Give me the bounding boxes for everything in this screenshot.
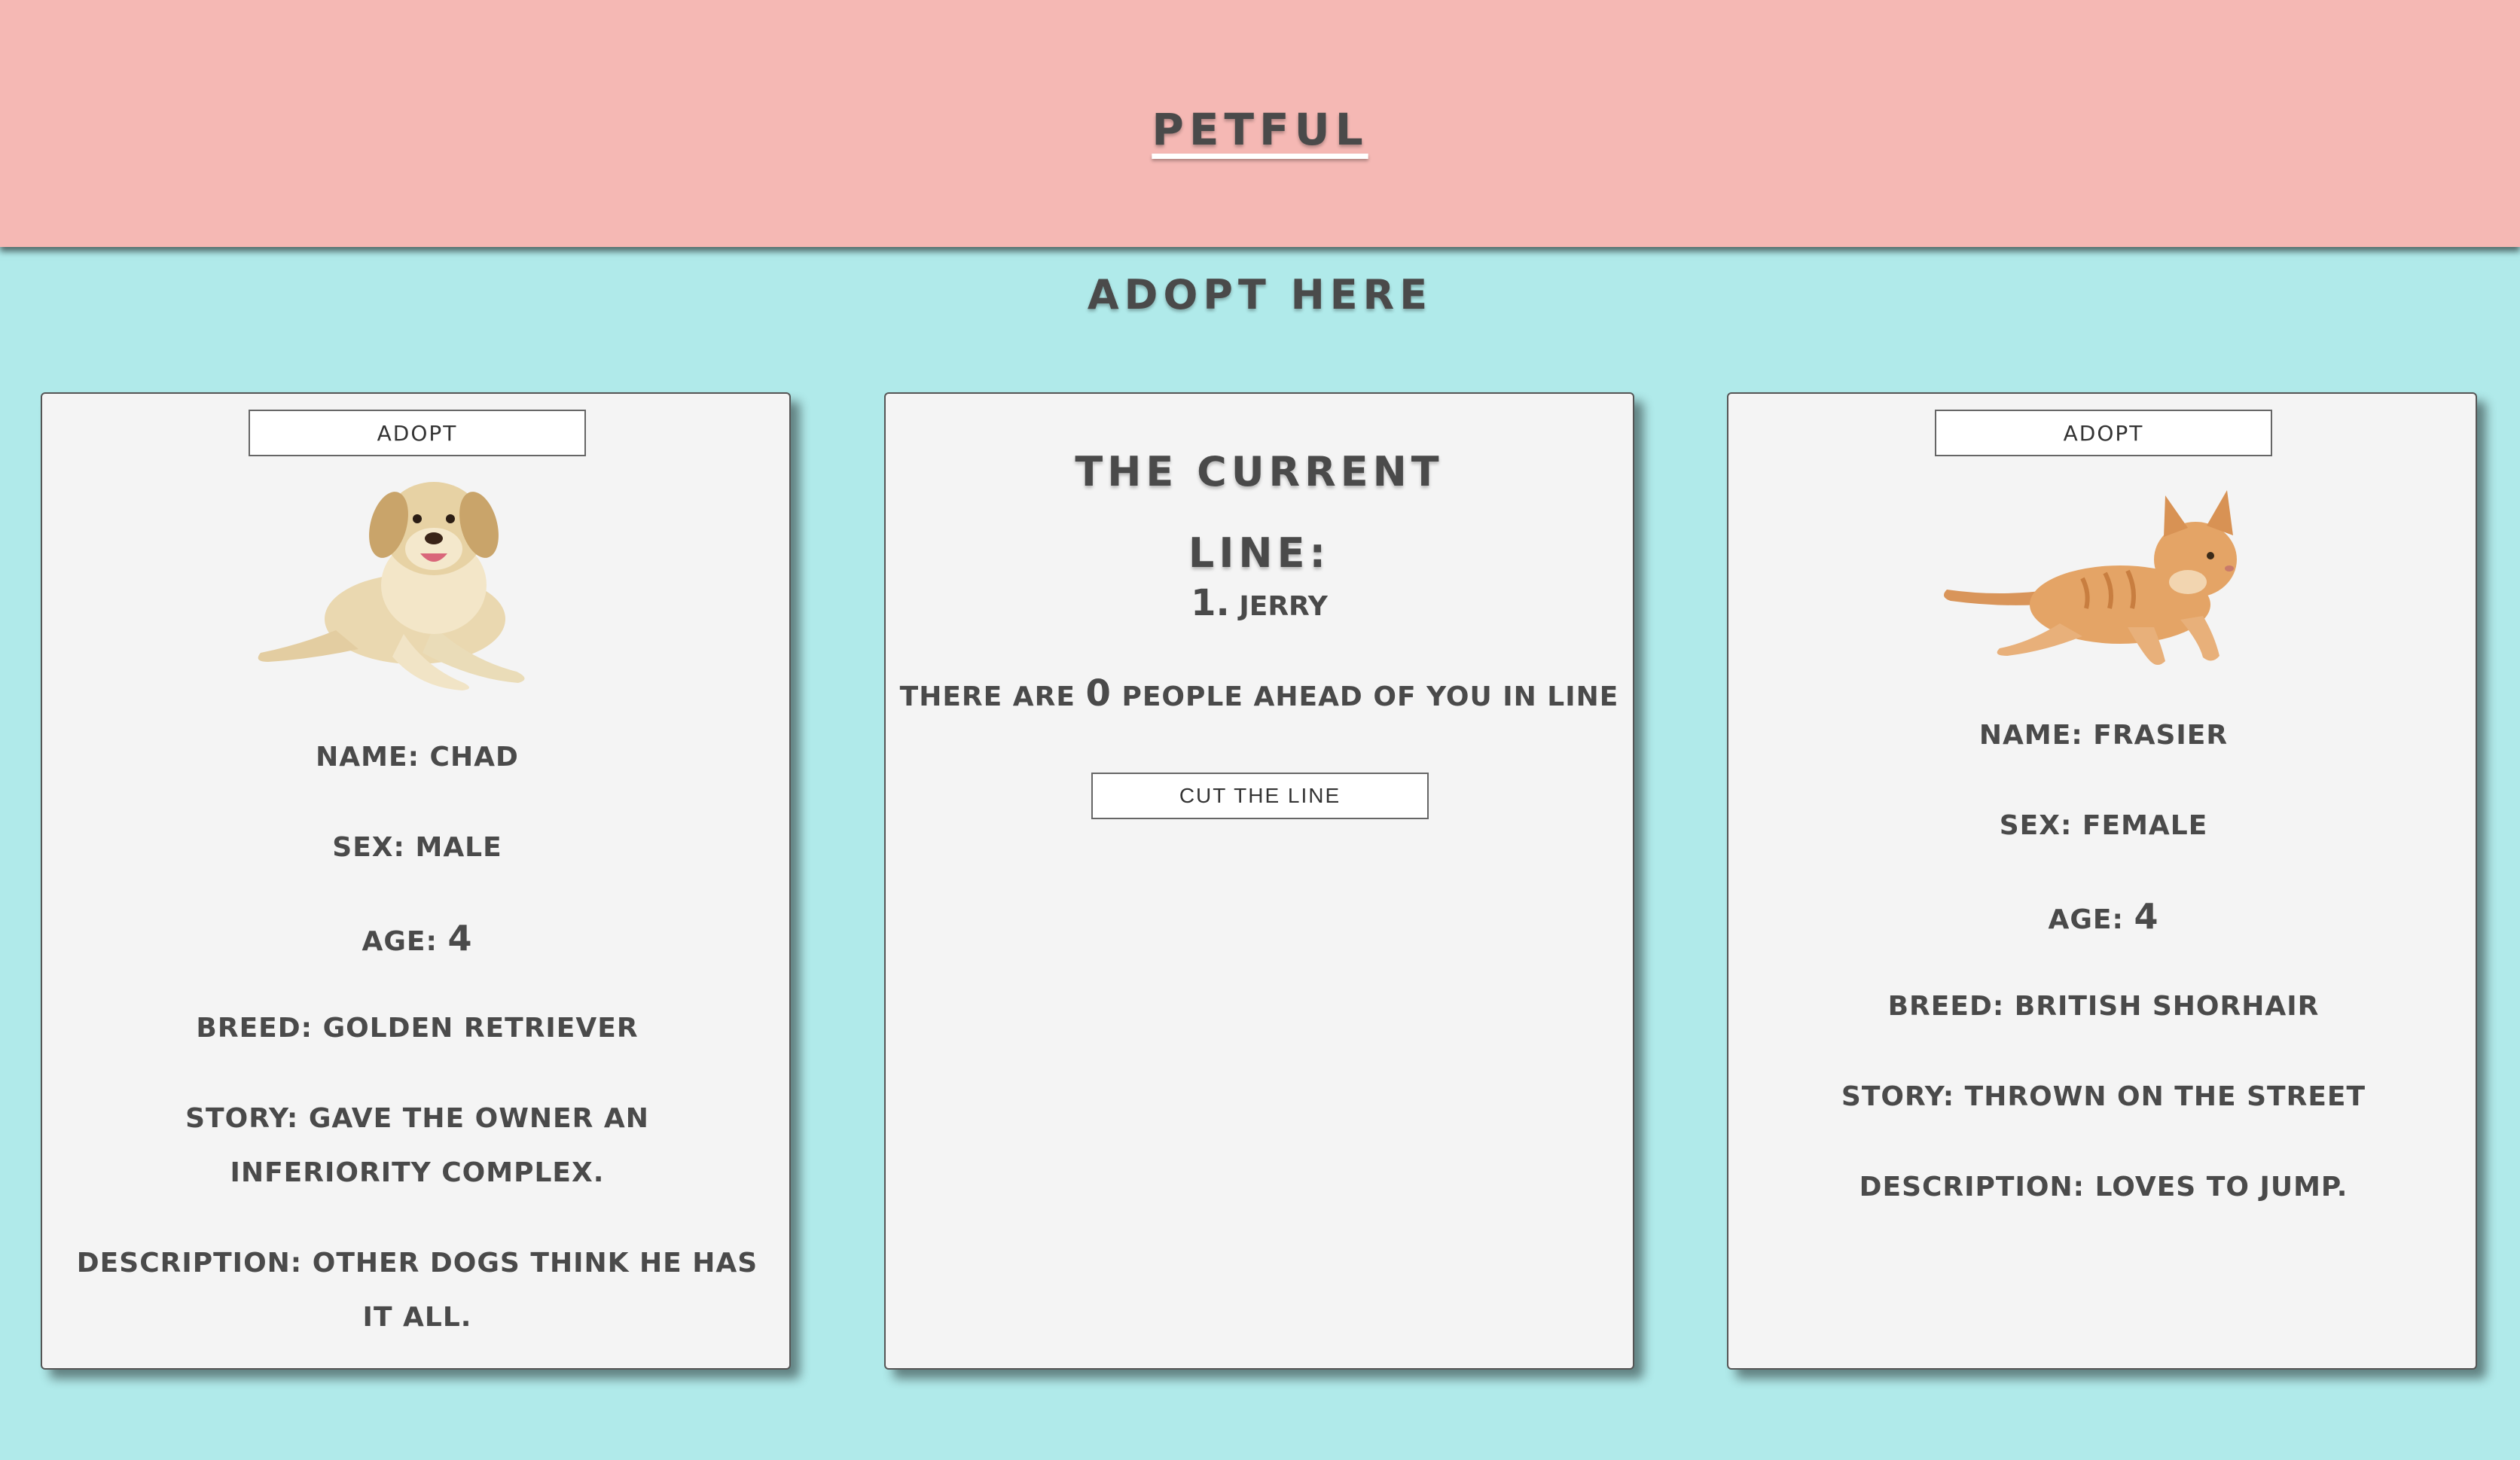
dog-image bbox=[258, 482, 525, 690]
dog-age: AGE: 4 bbox=[362, 918, 473, 959]
dog-sex: SEX: MALE bbox=[332, 832, 502, 863]
queue-title: THE CURRENT LINE: bbox=[1075, 448, 1444, 577]
dog-description: DESCRIPTION: OTHER DOGS THINK HE HAS IT … bbox=[76, 1248, 758, 1333]
site-header: PETFUL bbox=[0, 0, 2520, 247]
cut-the-line-button[interactable]: CUT THE LINE bbox=[1091, 773, 1429, 819]
site-logo[interactable]: PETFUL bbox=[0, 104, 2520, 155]
cat-card: ADOPT NAME: FRASIER SEX: FEMALE AGE: 4 B… bbox=[1727, 392, 2477, 1370]
adopt-dog-button[interactable]: ADOPT bbox=[249, 410, 586, 456]
cat-image bbox=[1944, 490, 2237, 665]
people-ahead-text: THERE ARE 0 PEOPLE AHEAD OF YOU IN LINE bbox=[899, 672, 1619, 715]
adopt-cat-button[interactable]: ADOPT bbox=[1935, 410, 2272, 456]
dog-name: NAME: CHAD bbox=[316, 742, 519, 773]
queue-card: THE CURRENT LINE: 1. JERRY THERE ARE 0 P… bbox=[884, 392, 1634, 1370]
cat-breed: BREED: BRITISH SHORHAIR bbox=[1887, 991, 2320, 1022]
cat-description: DESCRIPTION: LOVES TO JUMP. bbox=[1859, 1172, 2348, 1202]
cat-sex: SEX: FEMALE bbox=[1999, 810, 2208, 841]
dog-card: ADOPT NAME: CHAD SEX: MALE AGE: 4 BREED:… bbox=[41, 392, 791, 1370]
cat-name: NAME: FRASIER bbox=[1978, 720, 2229, 751]
dog-story: STORY: GAVE THE OWNER AN INFERIORITY COM… bbox=[185, 1103, 649, 1188]
page-subtitle: ADOPT HERE bbox=[1087, 271, 1433, 319]
dog-breed: BREED: GOLDEN RETRIEVER bbox=[196, 1013, 639, 1044]
cat-age: AGE: 4 bbox=[2048, 896, 2159, 937]
cat-story: STORY: THROWN ON THE STREET bbox=[1841, 1081, 2366, 1112]
queue-item: 1. JERRY bbox=[1191, 582, 1328, 624]
